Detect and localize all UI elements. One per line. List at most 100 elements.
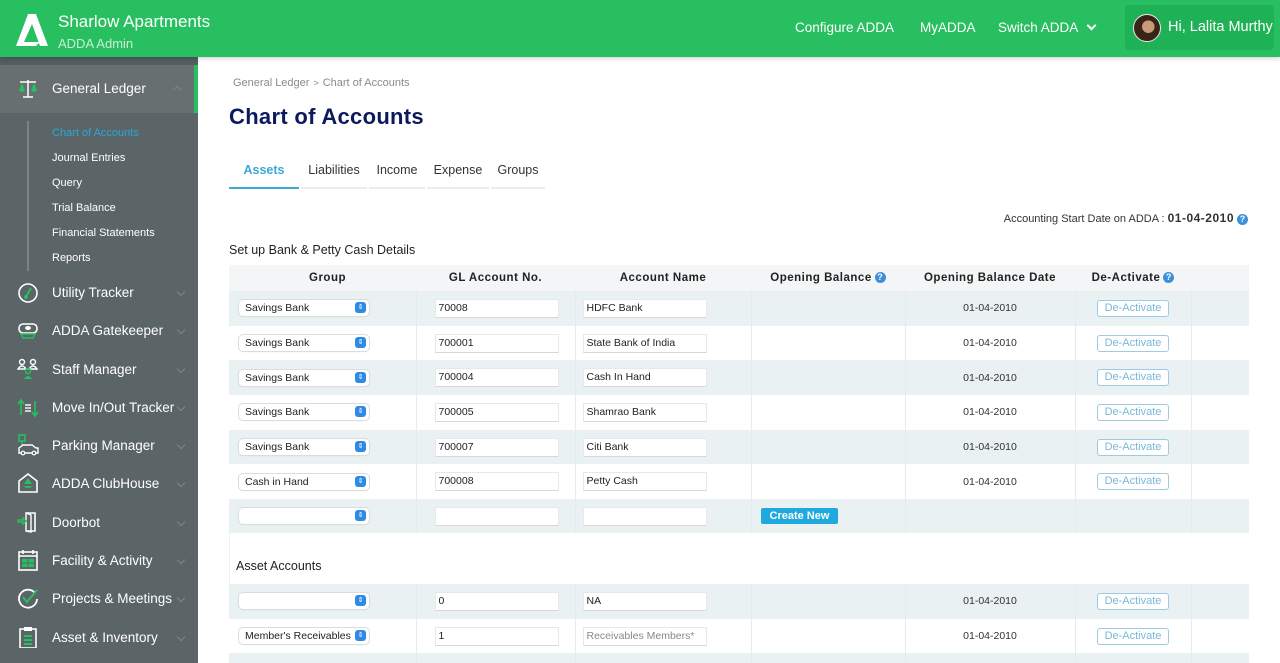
chevron-up-icon[interactable] (172, 85, 182, 95)
submenu-reports[interactable]: Reports (52, 252, 91, 264)
gl-account-input[interactable]: 700008 (434, 472, 559, 492)
account-name-input[interactable]: Petty Cash (582, 472, 707, 492)
submenu-trial-balance[interactable]: Trial Balance (52, 202, 116, 214)
staff-icon (17, 358, 39, 379)
new-group-select[interactable]: ⇕ (239, 508, 369, 525)
asset-section-title: Asset Accounts (236, 559, 322, 573)
opening-balance-cell (750, 291, 905, 326)
deactivate-button[interactable]: De-Activate (1097, 299, 1169, 317)
sidebar-item-projects-meetings[interactable]: Projects & Meetings (0, 579, 198, 617)
opening-balance-date: 01-04-2010 (904, 291, 1075, 326)
group-select[interactable]: Savings Bank ⇕ (239, 439, 369, 456)
tab-liabilities[interactable]: Liabilities (301, 160, 367, 189)
help-icon[interactable]: ? (1237, 213, 1248, 225)
guard-cap-icon (18, 323, 38, 340)
configure-adda-link[interactable]: Configure ADDA (795, 20, 894, 35)
sidebar-item-asset-inventory[interactable]: Asset & Inventory (0, 618, 198, 656)
deactivate-button[interactable]: De-Activate (1097, 627, 1169, 645)
sidebar: General Ledger Chart of Accounts Journal… (0, 57, 198, 663)
tab-income[interactable]: Income (369, 160, 425, 189)
gl-account-input[interactable]: 700007 (434, 437, 559, 457)
group-select[interactable]: Savings Bank ⇕ (239, 369, 369, 386)
deactivate-button[interactable]: De-Activate (1097, 369, 1169, 387)
sidebar-item-facility-activity[interactable]: Facility & Activity (0, 541, 198, 579)
account-name-input[interactable]: Citi Bank (582, 437, 707, 457)
help-icon[interactable]: ? (874, 272, 886, 284)
row-spacer (1190, 464, 1249, 500)
user-menu[interactable]: Hi, Lalita Murthy (1125, 5, 1274, 50)
sidebar-item-move-in-out-tracker[interactable]: Move In/Out Tracker (0, 388, 198, 426)
sidebar-item-general-ledger[interactable]: General Ledger (0, 65, 198, 113)
account-name-input[interactable]: HDFC Bank (582, 298, 707, 318)
accounting-start-value: 01-04-2010 (1167, 211, 1234, 225)
myadda-link[interactable]: MyADDA (920, 20, 976, 35)
col-spacer (1191, 265, 1249, 291)
breadcrumb-general-ledger[interactable]: General Ledger (233, 77, 309, 89)
accounting-start-date: Accounting Start Date on ADDA : 01-04-20… (1004, 211, 1248, 225)
avatar (1133, 14, 1161, 42)
gl-account-input[interactable]: 700004 (434, 368, 559, 388)
account-name-input[interactable]: State Bank of India (582, 333, 707, 353)
submenu-chart-of-accounts[interactable]: Chart of Accounts (52, 127, 139, 139)
chevron-down-icon (176, 555, 186, 565)
help-icon[interactable]: ? (1163, 272, 1175, 284)
group-select[interactable]: Cash in Hand ⇕ (239, 473, 369, 490)
account-name-input[interactable]: Shamrao Bank (582, 402, 707, 422)
new-account-name-input[interactable] (582, 506, 707, 526)
create-new-button[interactable]: Create New (760, 508, 839, 525)
asset-section-header: Asset Accounts (229, 533, 1249, 584)
table-row: ⇕ 0 NA 01-04-2010 De-Activate (229, 584, 1249, 619)
opening-balance-date: 01-04-2010 (904, 429, 1075, 465)
sidebar-label: Projects & Meetings (52, 591, 173, 607)
gl-account-input[interactable]: 70008 (434, 298, 559, 318)
group-select[interactable]: Savings Bank ⇕ (239, 335, 369, 352)
gl-account-input[interactable]: 700005 (434, 402, 559, 422)
account-name-input[interactable]: Cash In Hand (582, 368, 707, 388)
breadcrumb-chart-of-accounts: Chart of Accounts (322, 77, 410, 89)
gl-account-input[interactable]: 1 (434, 626, 559, 646)
tab-assets[interactable]: Assets (229, 160, 299, 189)
sidebar-item-utility-tracker[interactable]: Utility Tracker (0, 273, 198, 311)
col-label: De-Activate (1091, 272, 1161, 284)
sidebar-label: Move In/Out Tracker (52, 399, 175, 415)
deactivate-button[interactable]: De-Activate (1097, 334, 1169, 352)
select-value: Savings Bank (245, 406, 310, 419)
new-gl-account-input[interactable] (434, 506, 559, 526)
select-value: Savings Bank (245, 371, 310, 384)
deactivate-button[interactable]: De-Activate (1097, 592, 1169, 610)
chevron-down-icon (1086, 20, 1097, 31)
sidebar-item-doorbot[interactable]: Doorbot (0, 503, 198, 541)
deactivate-button[interactable]: De-Activate (1097, 438, 1169, 456)
clipboard-icon (19, 626, 37, 648)
row-spacer (1190, 429, 1249, 465)
gl-account-input[interactable]: 0 (434, 591, 559, 611)
submenu-financial-statements[interactable]: Financial Statements (52, 227, 155, 239)
group-select[interactable]: Member's Receivables ⇕ (239, 628, 369, 645)
clubhouse-icon (18, 473, 38, 494)
row-spacer (1190, 499, 1249, 534)
sidebar-label: Facility & Activity (52, 553, 153, 569)
sidebar-item-staff-manager[interactable]: Staff Manager (0, 350, 198, 388)
group-select[interactable]: Savings Bank ⇕ (239, 300, 369, 317)
group-select[interactable]: Savings Bank ⇕ (239, 404, 369, 421)
sidebar-item-adda-clubhouse[interactable]: ADDA ClubHouse (0, 464, 198, 502)
gl-account-input[interactable]: 700001 (434, 333, 559, 353)
table-header-row: Group GL Account No. Account Name Openin… (229, 265, 1249, 291)
tab-groups[interactable]: Groups (491, 160, 545, 189)
submenu-query[interactable]: Query (52, 177, 82, 189)
tab-expense[interactable]: Expense (427, 160, 489, 189)
deactivate-button[interactable]: De-Activate (1097, 403, 1169, 421)
sidebar-item-adda-gatekeeper[interactable]: ADDA Gatekeeper (0, 311, 198, 349)
deactivate-button[interactable]: De-Activate (1097, 473, 1169, 491)
select-arrows-icon: ⇕ (355, 441, 366, 453)
account-name-input[interactable]: Receivables Members* (582, 626, 707, 646)
select-arrows-icon: ⇕ (355, 302, 366, 314)
org-name[interactable]: Sharlow Apartments (58, 12, 210, 32)
adda-logo-icon[interactable] (14, 12, 48, 48)
submenu-journal-entries[interactable]: Journal Entries (52, 152, 125, 164)
switch-adda-dropdown[interactable]: Switch ADDA (998, 20, 1097, 35)
account-name-input[interactable]: NA (582, 591, 707, 611)
sidebar-item-parking-manager[interactable]: Parking Manager (0, 426, 198, 464)
group-select[interactable]: ⇕ (239, 593, 369, 610)
chevron-down-icon (176, 479, 186, 488)
